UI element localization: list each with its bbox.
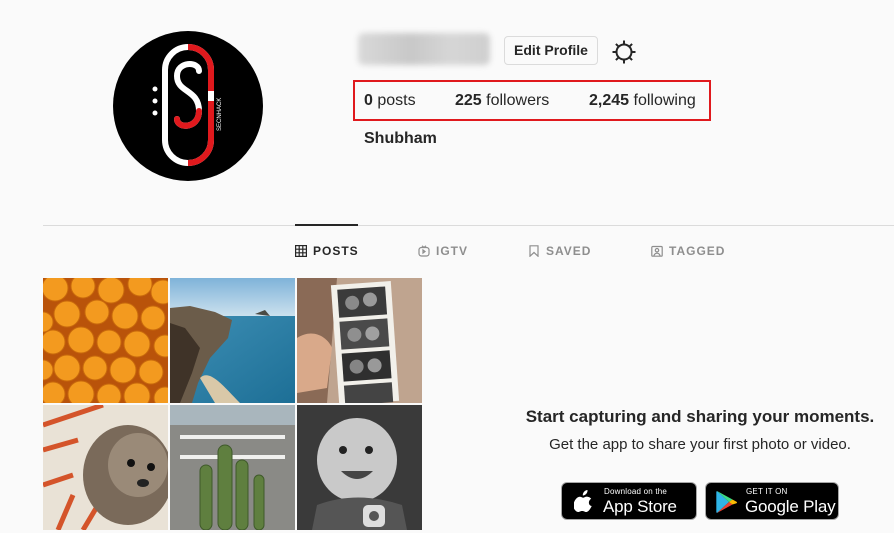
grid-photo-photobooth[interactable] bbox=[297, 278, 422, 403]
grid-icon bbox=[295, 245, 307, 257]
posts-label: posts bbox=[377, 92, 416, 109]
stats-highlight-box: 0 posts 225 followers 2,245 following bbox=[353, 80, 711, 121]
tab-tagged[interactable]: TAGGED bbox=[651, 244, 725, 258]
tab-posts[interactable]: POSTS bbox=[295, 244, 359, 258]
tag-icon bbox=[651, 245, 663, 257]
followers-count: 225 bbox=[455, 92, 482, 109]
profile-avatar[interactable]: SECNHACK bbox=[113, 31, 263, 181]
following-label: following bbox=[633, 92, 696, 109]
grid-photo-oranges[interactable] bbox=[43, 278, 168, 403]
grid-photo-cactus[interactable] bbox=[170, 405, 295, 530]
app-store-small-text: Download on the bbox=[604, 487, 668, 496]
tab-tagged-label: TAGGED bbox=[669, 244, 726, 258]
edit-profile-button[interactable]: Edit Profile bbox=[504, 36, 598, 65]
following-count: 2,245 bbox=[589, 92, 630, 109]
svg-text:SECNHACK: SECNHACK bbox=[217, 98, 223, 131]
posts-stat: 0 posts bbox=[364, 92, 416, 110]
grid-photo-baby[interactable] bbox=[297, 405, 422, 530]
followers-label: followers bbox=[486, 92, 550, 109]
empty-state-title: Start capturing and sharing your moments… bbox=[525, 407, 875, 426]
tab-igtv[interactable]: IGTV bbox=[418, 244, 468, 258]
tab-posts-label: POSTS bbox=[313, 244, 359, 258]
following-stat[interactable]: 2,245 following bbox=[589, 92, 696, 110]
active-tab-indicator bbox=[295, 224, 358, 226]
google-play-icon bbox=[716, 491, 738, 513]
bookmark-icon bbox=[529, 245, 539, 257]
tab-igtv-label: IGTV bbox=[436, 244, 469, 258]
settings-gear-icon[interactable] bbox=[610, 38, 638, 66]
secnhack-logo: SECNHACK bbox=[152, 44, 223, 166]
posts-count: 0 bbox=[364, 92, 373, 109]
google-play-badge[interactable]: GET IT ON Google Play bbox=[705, 482, 839, 520]
grid-photo-coast[interactable] bbox=[170, 278, 295, 403]
google-play-small-text: GET IT ON bbox=[746, 487, 788, 496]
tabs-divider bbox=[43, 225, 894, 226]
app-store-big-text: App Store bbox=[603, 497, 677, 516]
grid-photo-dog[interactable] bbox=[43, 405, 168, 530]
followers-stat[interactable]: 225 followers bbox=[455, 92, 549, 110]
google-play-big-text: Google Play bbox=[745, 497, 836, 516]
app-store-badge[interactable]: Download on the App Store bbox=[561, 482, 697, 520]
profile-full-name: Shubham bbox=[364, 130, 437, 147]
igtv-icon bbox=[418, 245, 430, 257]
tab-saved-label: SAVED bbox=[546, 244, 592, 258]
tab-saved[interactable]: SAVED bbox=[528, 244, 591, 258]
apple-icon bbox=[574, 490, 592, 512]
empty-state-subtitle: Get the app to share your first photo or… bbox=[549, 436, 851, 453]
username-blurred bbox=[358, 33, 490, 65]
